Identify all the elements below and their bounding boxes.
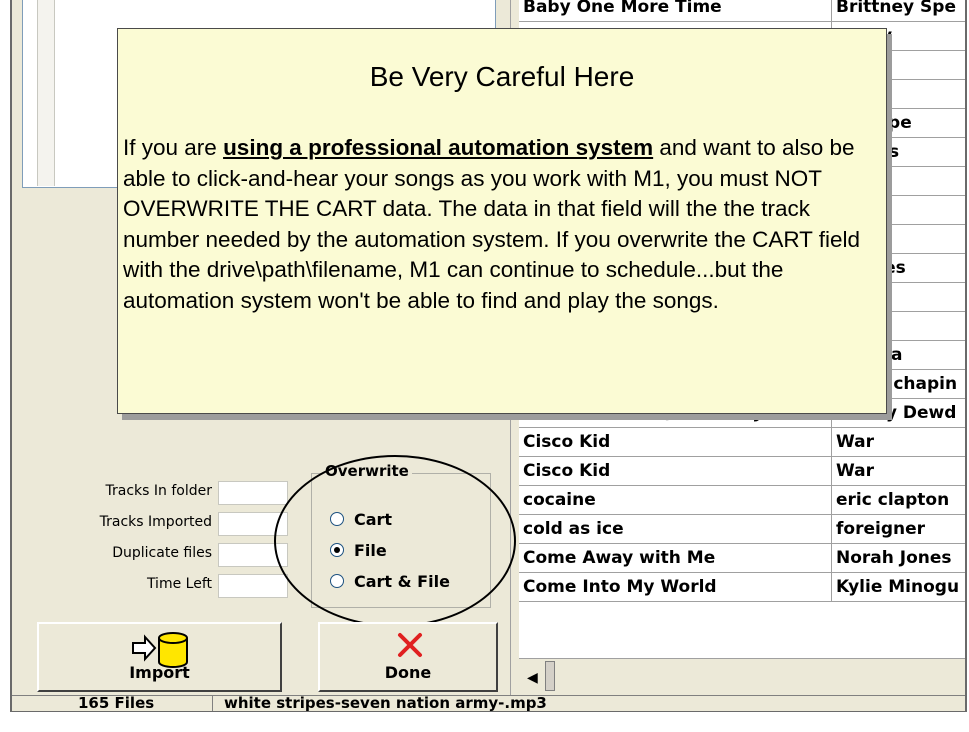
status-separator — [212, 696, 213, 711]
scroll-left-icon[interactable]: ◀ — [527, 669, 538, 686]
warning-popup: Be Very Careful Here If you are using a … — [117, 28, 887, 414]
tracks-in-folder-label: Tracks In folder — [105, 483, 212, 499]
done-button[interactable]: Done — [318, 622, 498, 692]
song-artist-cell[interactable]: Brittney Spe — [832, 0, 965, 22]
warning-body-rest: and want to also be able to click-and-he… — [123, 135, 861, 313]
song-title-cell[interactable]: Baby One More Time — [519, 0, 832, 22]
scroll-thumb[interactable] — [545, 661, 555, 691]
song-artist-cell[interactable]: War — [832, 457, 965, 486]
song-row[interactable]: Cisco Kid War — [519, 457, 965, 486]
song-row[interactable]: Baby One More Time Brittney Spe — [519, 0, 965, 22]
tracks-imported-label: Tracks Imported — [99, 514, 212, 530]
close-icon — [398, 633, 422, 657]
status-file-count: 165 Files — [78, 694, 155, 712]
status-bar: 165 Files white stripes-seven nation arm… — [12, 694, 965, 712]
song-artist-cell[interactable]: War — [832, 428, 965, 457]
song-title-cell[interactable]: cocaine — [519, 486, 832, 515]
song-title-cell[interactable]: cold as ice — [519, 515, 832, 544]
song-grid-hscrollbar[interactable]: ◀ — [519, 658, 965, 696]
tracks-imported-field — [218, 512, 288, 536]
song-row[interactable]: cold as ice foreigner — [519, 515, 965, 544]
radio-file-label: File — [354, 541, 387, 560]
song-title-cell[interactable]: Come Away with Me — [519, 544, 832, 573]
song-title-cell[interactable]: Cisco Kid — [519, 457, 832, 486]
import-button[interactable]: Import — [37, 622, 282, 692]
warning-body: If you are using a professional automati… — [123, 133, 883, 316]
duplicate-files-field — [218, 543, 288, 567]
radio-button-selected[interactable] — [330, 542, 344, 557]
radio-cart-and-file[interactable]: Cart & File — [330, 572, 450, 591]
warning-body-intro: If you are — [123, 135, 224, 160]
radio-file[interactable]: File — [330, 541, 387, 560]
song-title-cell[interactable]: Come Into My World — [519, 573, 832, 602]
song-artist-cell[interactable]: foreigner — [832, 515, 965, 544]
radio-button[interactable] — [330, 573, 344, 588]
warning-body-emphasis: using a professional automation system — [223, 135, 654, 160]
radio-button[interactable] — [330, 511, 344, 526]
radio-cart-label: Cart — [354, 510, 393, 529]
radio-cart[interactable]: Cart — [330, 510, 392, 529]
radio-cart-and-file-label: Cart & File — [354, 572, 450, 591]
song-artist-cell[interactable]: Kylie Minogu — [832, 573, 965, 602]
song-row[interactable]: Come Away with Me Norah Jones — [519, 544, 965, 573]
song-artist-cell[interactable]: eric clapton — [832, 486, 965, 515]
done-label: Done — [384, 663, 432, 682]
overwrite-legend: Overwrite — [322, 462, 412, 480]
status-current-file: white stripes-seven nation army-.mp3 — [224, 694, 547, 712]
tracks-in-folder-field — [218, 481, 288, 505]
import-label: Import — [129, 663, 190, 682]
time-left-field — [218, 574, 288, 598]
song-row[interactable]: cocaine eric clapton — [519, 486, 965, 515]
song-title-cell[interactable]: Cisco Kid — [519, 428, 832, 457]
song-row[interactable]: Come Into My World Kylie Minogu — [519, 573, 965, 602]
time-left-label: Time Left — [146, 576, 212, 592]
duplicate-files-label: Duplicate files — [112, 545, 212, 561]
file-list-scrollbar[interactable] — [37, 0, 55, 186]
song-row[interactable]: Cisco Kid War — [519, 428, 965, 457]
song-artist-cell[interactable]: Norah Jones — [832, 544, 965, 573]
warning-title: Be Very Careful Here — [369, 61, 635, 92]
